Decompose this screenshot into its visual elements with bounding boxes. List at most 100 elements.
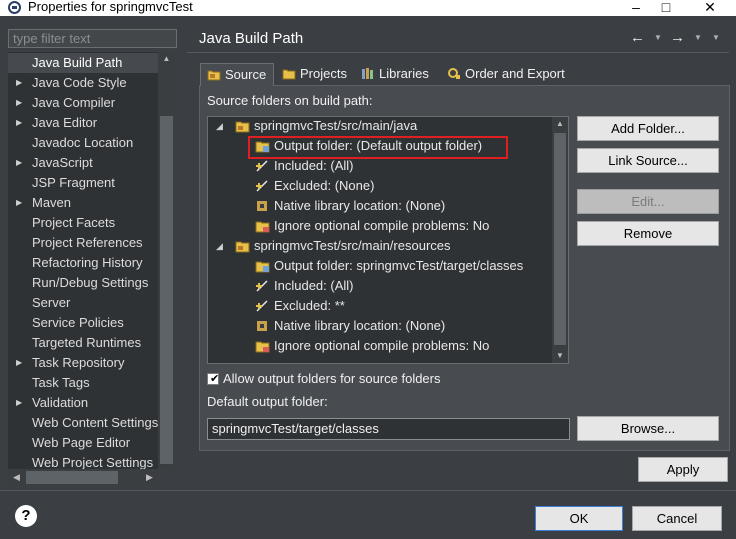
- browse-button[interactable]: Browse...: [577, 416, 719, 441]
- sidebar-item[interactable]: ▶ Task Repository: [8, 353, 158, 373]
- add-folder-button[interactable]: Add Folder...: [577, 116, 719, 141]
- sidebar-item-label: Web Project Settings: [32, 455, 154, 469]
- tab-label: Order and Export: [465, 66, 565, 81]
- edit-button[interactable]: Edit...: [577, 189, 719, 214]
- tree-item-label: Ignore optional compile problems: No: [274, 338, 490, 353]
- source-attribute-row[interactable]: Included: (All): [256, 156, 354, 176]
- sidebar-item[interactable]: Targeted Runtimes: [8, 333, 158, 353]
- source-folder-row[interactable]: ◢ springmvcTest/src/main/resources: [216, 236, 451, 256]
- sidebar-item[interactable]: ▶ Java Editor: [8, 113, 158, 133]
- sidebar-item[interactable]: Java Build Path: [8, 53, 158, 73]
- source-attribute-row[interactable]: Excluded: **: [256, 296, 345, 316]
- tree-item-label: Ignore optional compile problems: No: [274, 218, 490, 233]
- sidebar-item[interactable]: Web Project Settings: [8, 453, 158, 469]
- expand-arrow-icon[interactable]: ▶: [16, 113, 22, 133]
- libraries-icon: [362, 68, 373, 79]
- window-title: Properties for springmvcTest: [28, 0, 193, 14]
- source-tree-vertical-scrollbar[interactable]: ▲ ▼: [552, 117, 568, 363]
- expand-arrow-icon[interactable]: ▶: [16, 393, 22, 413]
- sidebar-item[interactable]: Web Page Editor: [8, 433, 158, 453]
- sidebar-item[interactable]: Project References: [8, 233, 158, 253]
- footer-separator: [0, 490, 736, 491]
- apply-button[interactable]: Apply: [638, 457, 728, 482]
- expand-arrow-icon[interactable]: ▶: [16, 193, 22, 213]
- source-attribute-row[interactable]: Native library location: (None): [257, 196, 446, 216]
- allow-output-folders-label[interactable]: Allow output folders for source folders: [223, 371, 441, 386]
- eclipse-app-icon: [8, 1, 21, 14]
- sidebar-item[interactable]: ▶ Maven: [8, 193, 158, 213]
- sidebar-item[interactable]: Run/Debug Settings: [8, 273, 158, 293]
- source-folder-icon: [235, 119, 250, 133]
- source-attribute-row[interactable]: Excluded: (None): [256, 176, 374, 196]
- expand-arrow-icon[interactable]: ▶: [16, 153, 22, 173]
- source-attribute-row[interactable]: Ignore optional compile problems: No: [255, 336, 490, 356]
- maximize-button[interactable]: □: [646, 0, 686, 16]
- sidebar-item[interactable]: Refactoring History: [8, 253, 158, 273]
- inclusion-filter-icon: [255, 299, 270, 313]
- sidebar-item-label: Web Content Settings: [32, 415, 158, 430]
- source-attribute-row[interactable]: Output folder: springmvcTest/target/clas…: [255, 256, 523, 276]
- sidebar-item[interactable]: Javadoc Location: [8, 133, 158, 153]
- projects-icon: [282, 69, 296, 80]
- back-arrow-icon[interactable]: ←: [630, 29, 645, 46]
- help-icon[interactable]: ?: [15, 505, 37, 527]
- sidebar-item[interactable]: Server: [8, 293, 158, 313]
- expand-arrow-icon[interactable]: ▶: [16, 353, 22, 373]
- scroll-left-arrow-icon[interactable]: ◀: [8, 469, 25, 486]
- scroll-thumb[interactable]: [160, 116, 173, 464]
- page-title: Java Build Path: [199, 30, 304, 47]
- sidebar-item[interactable]: ▶ Java Code Style: [8, 73, 158, 93]
- collapse-arrow-icon[interactable]: ◢: [216, 236, 223, 256]
- tab-projects[interactable]: Projects: [276, 63, 352, 86]
- source-folder-row[interactable]: ◢ springmvcTest/src/main/java: [216, 117, 417, 136]
- sidebar-item[interactable]: ▶ JavaScript: [8, 153, 158, 173]
- scroll-thumb[interactable]: [554, 133, 566, 345]
- sidebar-item[interactable]: Web Content Settings: [8, 413, 158, 433]
- tree-item-label: Native library location: (None): [274, 198, 446, 213]
- inclusion-filter-icon: [255, 179, 270, 193]
- forward-arrow-icon[interactable]: →: [670, 29, 685, 46]
- inclusion-filter-icon: [255, 159, 270, 173]
- allow-output-folders-checkbox[interactable]: ✔: [207, 373, 219, 385]
- scroll-up-arrow-icon[interactable]: ▲: [158, 52, 175, 66]
- expand-arrow-icon[interactable]: ▶: [16, 73, 22, 93]
- ignore-problems-icon: [255, 339, 270, 353]
- sidebar-horizontal-scrollbar[interactable]: ◀ ▶: [8, 469, 158, 486]
- default-output-folder-input[interactable]: springmvcTest/target/classes: [207, 418, 570, 440]
- scroll-thumb[interactable]: [26, 471, 118, 484]
- sidebar-item[interactable]: JSP Fragment: [8, 173, 158, 193]
- source-attribute-row[interactable]: Included: (All): [256, 276, 353, 296]
- filter-input[interactable]: type filter text: [8, 29, 177, 48]
- sidebar-vertical-scrollbar[interactable]: ▲: [158, 52, 175, 469]
- scroll-down-arrow-icon[interactable]: ▼: [552, 349, 568, 363]
- expand-arrow-icon[interactable]: ▶: [16, 93, 22, 113]
- default-output-folder-label: Default output folder:: [207, 394, 328, 409]
- remove-button[interactable]: Remove: [577, 221, 719, 246]
- view-menu-icon[interactable]: ▼: [712, 33, 720, 42]
- scroll-up-arrow-icon[interactable]: ▲: [552, 117, 568, 131]
- close-button[interactable]: ✕: [690, 0, 730, 16]
- title-separator: [187, 52, 729, 53]
- sidebar-item[interactable]: Task Tags: [8, 373, 158, 393]
- scroll-right-arrow-icon[interactable]: ▶: [141, 469, 158, 486]
- sidebar-item[interactable]: Service Policies: [8, 313, 158, 333]
- link-source-button[interactable]: Link Source...: [577, 148, 719, 173]
- sidebar-item-label: Java Editor: [32, 115, 98, 130]
- sidebar-item[interactable]: ▶ Validation: [8, 393, 158, 413]
- forward-dropdown-icon[interactable]: ▼: [694, 33, 702, 42]
- sidebar-item-label: Targeted Runtimes: [32, 335, 142, 350]
- tab-label: Libraries: [379, 66, 429, 81]
- output-folder-icon: [255, 259, 270, 273]
- tab-order-and-export[interactable]: Order and Export: [441, 63, 573, 86]
- back-dropdown-icon[interactable]: ▼: [654, 33, 662, 42]
- ok-button[interactable]: OK: [535, 506, 623, 531]
- source-attribute-row[interactable]: Native library location: (None): [257, 316, 445, 336]
- sidebar-item[interactable]: Project Facets: [8, 213, 158, 233]
- tab-libraries[interactable]: Libraries: [355, 63, 437, 86]
- cancel-button[interactable]: Cancel: [632, 506, 722, 531]
- source-attribute-row[interactable]: Ignore optional compile problems: No: [255, 216, 490, 236]
- tree-item-label: Included: (All): [274, 158, 354, 173]
- collapse-arrow-icon[interactable]: ◢: [216, 117, 223, 136]
- tab-source[interactable]: Source: [200, 63, 274, 86]
- sidebar-item[interactable]: ▶ Java Compiler: [8, 93, 158, 113]
